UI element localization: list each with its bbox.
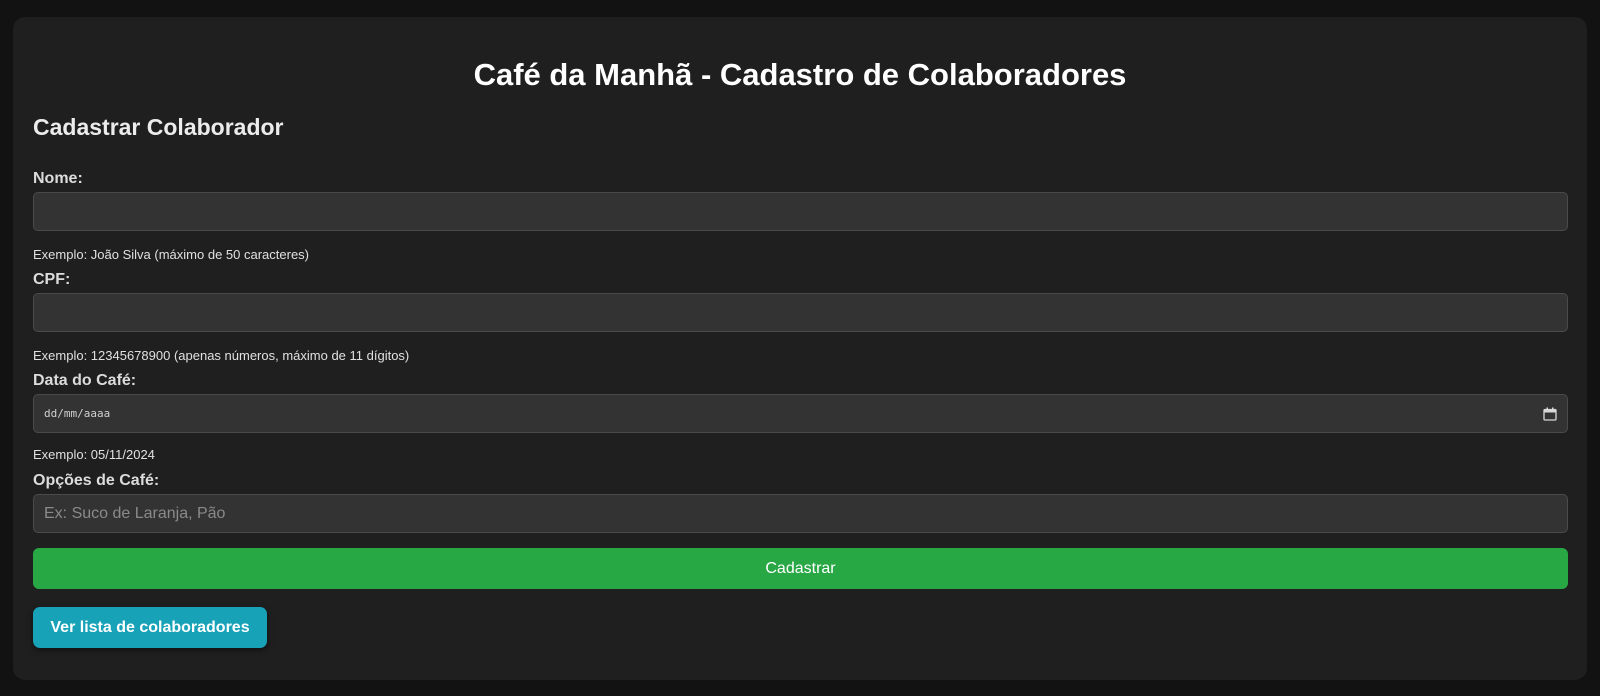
nome-input[interactable]	[33, 192, 1568, 231]
data-hint: Exemplo: 05/11/2024	[33, 447, 155, 462]
data-label: Data do Café:	[33, 372, 137, 389]
opcoes-input[interactable]	[33, 494, 1568, 533]
cpf-label: CPF:	[33, 271, 71, 288]
cadastrar-button[interactable]: Cadastrar	[33, 548, 1568, 589]
nome-hint: Exemplo: João Silva (máximo de 50 caract…	[33, 247, 310, 262]
cpf-hint: Exemplo: 12345678900 (apenas números, má…	[33, 348, 410, 363]
page-title: Café da Manhã - Cadastro de Colaboradore…	[473, 57, 1127, 92]
calendar-icon[interactable]	[1543, 407, 1557, 421]
data-cafe-input[interactable]: dd/mm/aaaa	[33, 394, 1568, 433]
opcoes-label: Opções de Café:	[33, 472, 160, 489]
nome-label: Nome:	[33, 170, 83, 187]
ver-lista-button[interactable]: Ver lista de colaboradores	[33, 607, 267, 648]
form-card: Café da Manhã - Cadastro de Colaboradore…	[13, 17, 1587, 680]
date-placeholder: dd/mm/aaaa	[44, 407, 111, 420]
cpf-input[interactable]	[33, 293, 1568, 332]
section-title: Cadastrar Colaborador	[33, 114, 284, 140]
